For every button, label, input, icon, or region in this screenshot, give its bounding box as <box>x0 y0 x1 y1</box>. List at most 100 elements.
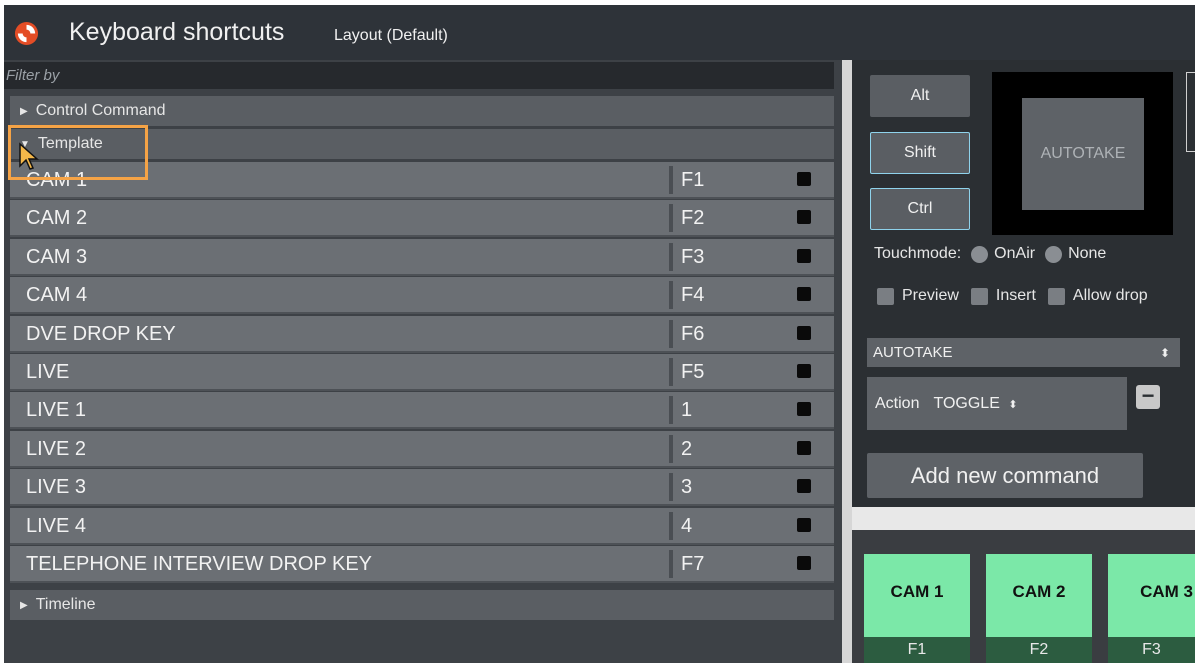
app-logo-icon <box>14 21 39 46</box>
cam-button-label: CAM 2 <box>1012 582 1066 601</box>
shift-button[interactable]: Shift <box>870 132 970 174</box>
shortcut-key[interactable]: F7 <box>681 553 704 576</box>
group-label: Control Command <box>35 102 166 119</box>
options-row: Preview Insert Allow drop <box>877 287 1148 305</box>
shortcut-name: DVE DROP KEY <box>26 322 176 345</box>
mouse-cursor-icon <box>19 142 39 170</box>
panel-gap <box>852 507 1195 530</box>
title-bar: Keyboard shortcuts Layout (Default) <box>4 5 1195 60</box>
shortcut-row[interactable]: LIVE 3 3 <box>10 469 834 507</box>
shortcut-checkbox[interactable] <box>797 172 811 186</box>
shortcut-checkbox[interactable] <box>797 479 811 494</box>
shortcut-name: TELEPHONE INTERVIEW DROP KEY <box>26 553 373 575</box>
shortcut-key[interactable]: 4 <box>681 515 692 538</box>
cam-button-key: F3 <box>1108 637 1195 663</box>
command-select[interactable]: AUTOTAKE ⬍ <box>867 338 1180 367</box>
preview-frame-edge <box>1186 72 1195 152</box>
select-arrows-icon: ⬍ <box>1008 398 1018 411</box>
shortcut-key[interactable]: F3 <box>681 246 704 269</box>
shortcut-key[interactable]: 2 <box>681 438 692 461</box>
shortcut-key[interactable]: 3 <box>681 476 692 499</box>
add-command-button[interactable]: Add new command <box>867 453 1143 498</box>
shortcut-checkbox[interactable] <box>797 210 811 225</box>
shortcut-row[interactable]: CAM 4 F4 <box>10 277 834 315</box>
shortcut-key[interactable]: F5 <box>681 361 704 384</box>
none-radio[interactable] <box>1045 245 1063 263</box>
shortcut-name: LIVE 3 <box>26 476 87 499</box>
panel-divider[interactable] <box>842 60 852 663</box>
key-preview-tile[interactable]: AUTOTAKE <box>1022 98 1144 210</box>
cam-button-label: CAM 1 <box>890 582 944 601</box>
shortcut-key[interactable]: 1 <box>681 399 692 422</box>
alt-button[interactable]: Alt <box>870 75 970 117</box>
insert-option[interactable]: Insert <box>970 287 1036 305</box>
column-separator <box>669 473 673 502</box>
shortcut-checkbox[interactable] <box>797 325 811 340</box>
page-title: Keyboard shortcuts <box>69 18 285 46</box>
command-select-value: AUTOTAKE <box>873 344 953 361</box>
shortcut-name: CAM 2 <box>26 207 88 230</box>
preview-option[interactable]: Preview <box>877 287 959 305</box>
group-timeline[interactable]: ▶ Timeline <box>10 590 834 620</box>
touchmode-row: Touchmode: OnAir None <box>874 245 1106 263</box>
column-separator <box>669 511 673 540</box>
action-label: Action <box>875 394 920 412</box>
shortcut-row[interactable]: LIVE F5 <box>10 354 834 391</box>
column-separator <box>669 204 673 233</box>
onair-radio[interactable] <box>971 245 989 263</box>
shortcut-row[interactable]: CAM 2 F2 <box>10 200 834 238</box>
column-separator <box>669 281 673 310</box>
insert-checkbox[interactable] <box>970 287 988 305</box>
allow-drop-option[interactable]: Allow drop <box>1047 287 1148 305</box>
allow-drop-label: Allow drop <box>1072 287 1148 304</box>
filter-input[interactable] <box>4 62 834 89</box>
shortcut-checkbox[interactable] <box>797 440 811 455</box>
shortcut-checkbox[interactable] <box>797 364 811 378</box>
shortcut-name: LIVE 1 <box>26 399 87 422</box>
shortcut-name: LIVE 4 <box>26 514 87 537</box>
layout-label[interactable]: Layout (Default) <box>334 27 448 45</box>
ctrl-button[interactable]: Ctrl <box>870 188 970 230</box>
cam-button[interactable]: CAM 2 F2 <box>986 554 1092 663</box>
shortcut-row[interactable]: LIVE 4 4 <box>10 507 834 545</box>
cam-button[interactable]: CAM 3 F3 <box>1108 554 1195 663</box>
group-control-command[interactable]: ▶ Control Command <box>10 96 834 126</box>
column-separator <box>669 319 673 348</box>
shortcut-row[interactable]: LIVE 2 2 <box>10 430 834 468</box>
shortcut-row[interactable]: TELEPHONE INTERVIEW DROP KEY F7 <box>10 546 834 583</box>
shortcut-name: LIVE <box>26 361 70 383</box>
remove-command-button[interactable]: − <box>1136 385 1160 409</box>
column-separator <box>669 396 673 425</box>
shortcut-row[interactable]: LIVE 1 1 <box>10 392 834 430</box>
cam-button-label: CAM 3 <box>1140 582 1193 601</box>
shortcut-key[interactable]: F4 <box>681 284 704 307</box>
column-separator <box>669 434 673 463</box>
shortcut-row[interactable]: CAM 3 F3 <box>10 238 834 276</box>
allow-drop-checkbox[interactable] <box>1047 287 1065 305</box>
shortcut-key[interactable]: F2 <box>681 207 704 230</box>
cam-button[interactable]: CAM 1 F1 <box>864 554 970 663</box>
column-separator <box>669 550 673 578</box>
shortcut-checkbox[interactable] <box>797 248 811 263</box>
none-label: None <box>1068 245 1107 262</box>
column-separator <box>669 242 673 271</box>
column-separator <box>669 166 673 194</box>
shortcut-checkbox[interactable] <box>797 402 811 417</box>
expand-arrow-icon: ▶ <box>20 105 28 117</box>
shortcut-checkbox[interactable] <box>797 287 811 302</box>
column-separator <box>669 358 673 386</box>
preview-checkbox[interactable] <box>877 287 894 305</box>
shortcut-key[interactable]: F6 <box>681 323 704 346</box>
action-value: TOGGLE <box>933 394 1000 412</box>
touchmode-label: Touchmode: <box>874 245 962 262</box>
select-arrows-icon: ⬍ <box>1159 345 1170 360</box>
shortcut-row[interactable]: DVE DROP KEY F6 <box>10 315 834 353</box>
cam-button-key: F2 <box>986 637 1092 663</box>
action-row: Action TOGGLE ⬍ <box>867 377 1127 430</box>
shortcut-name: LIVE 2 <box>26 437 87 460</box>
shortcut-key[interactable]: F1 <box>681 169 704 192</box>
onair-label: OnAir <box>994 245 1036 262</box>
shortcut-checkbox[interactable] <box>797 517 811 532</box>
shortcut-checkbox[interactable] <box>797 556 811 570</box>
action-select[interactable]: TOGGLE ⬍ <box>933 395 1017 413</box>
